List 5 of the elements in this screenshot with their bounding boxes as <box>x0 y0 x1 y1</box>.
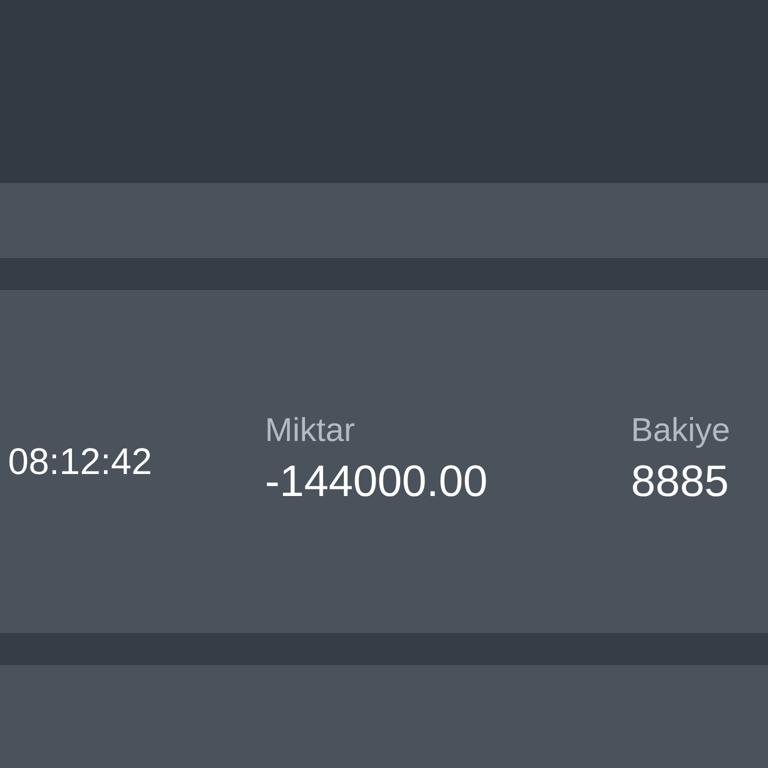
field-value: 8885 <box>631 460 730 504</box>
field-value: -144000.00 <box>265 460 489 504</box>
field-label: Bakiye <box>631 413 730 446</box>
transaction-time: 08:12:42 <box>8 440 154 484</box>
field-label: Miktar <box>265 413 356 446</box>
